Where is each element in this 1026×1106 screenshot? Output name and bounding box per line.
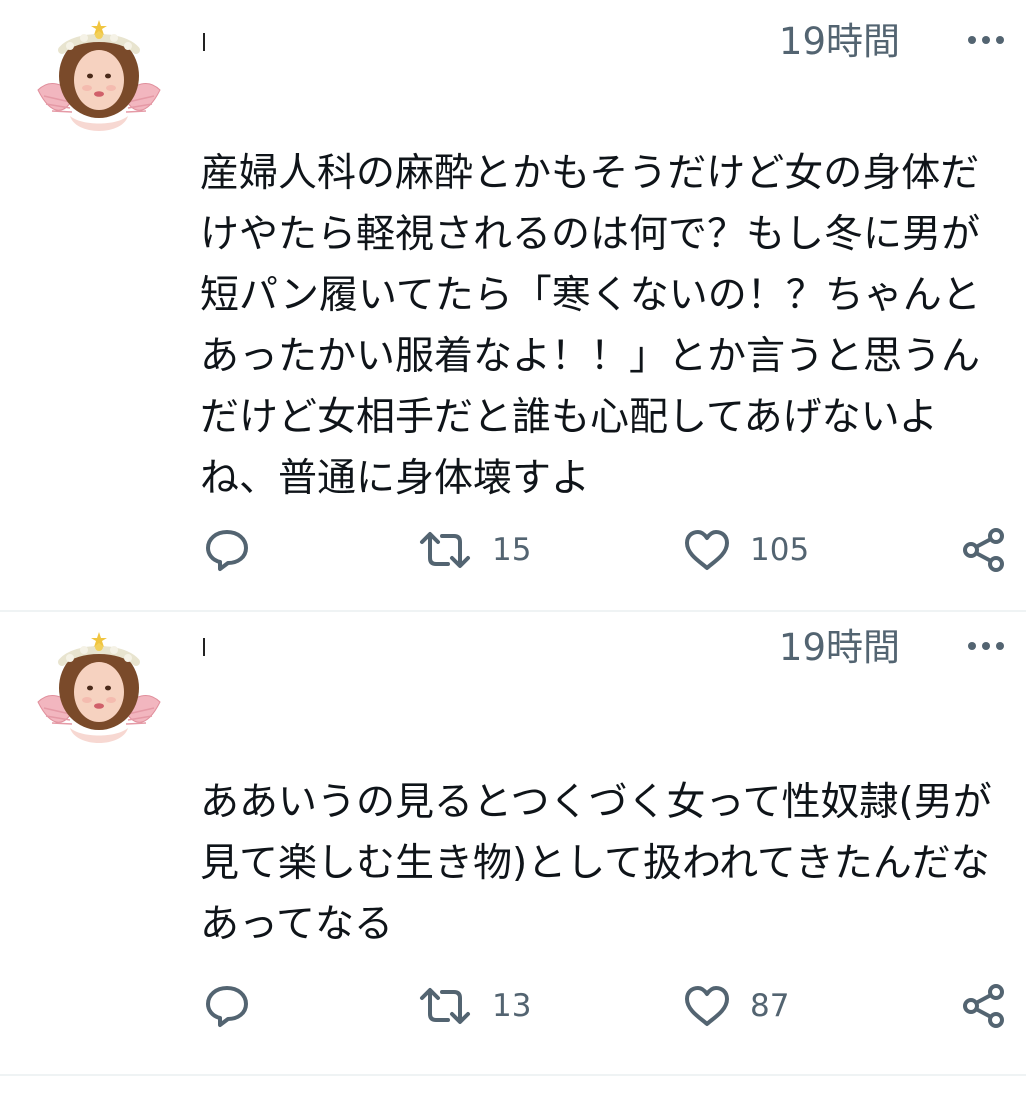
timestamp[interactable]: 19時間 (779, 20, 900, 64)
more-button[interactable] (960, 18, 1012, 62)
heart-icon (685, 986, 729, 1026)
reply-icon (206, 530, 248, 571)
like-button[interactable]: 105 (682, 520, 809, 580)
like-count: 87 (750, 988, 790, 1024)
action-bar: 15 105 (0, 520, 1026, 580)
more-dots-icon (996, 36, 1004, 44)
angel-avatar-icon (37, 20, 161, 131)
share-icon (963, 528, 1004, 572)
tweet[interactable]: 19時間 産婦人科の麻酔とかもそうだけど女の身体だけやたら軽視されるのは何で？も… (0, 0, 1026, 612)
more-dots-icon (996, 642, 1004, 650)
heart-icon (685, 530, 729, 570)
like-count: 105 (750, 532, 810, 568)
username[interactable] (203, 638, 205, 656)
reply-button[interactable] (203, 976, 251, 1036)
retweet-count: 13 (492, 988, 532, 1024)
reply-button[interactable] (203, 520, 251, 580)
more-dots-icon (982, 642, 990, 650)
username[interactable] (203, 33, 205, 51)
retweet-icon (420, 988, 470, 1024)
timestamp[interactable]: 19時間 (779, 626, 900, 670)
more-dots-icon (968, 642, 976, 650)
share-button[interactable] (960, 976, 1008, 1036)
like-button[interactable]: 87 (682, 976, 789, 1036)
retweet-count: 15 (492, 532, 532, 568)
more-dots-icon (982, 36, 990, 44)
retweet-button[interactable]: 13 (416, 976, 531, 1036)
tweet-text: ああいうの見るとつくづく女って性奴隷(男が見て楽しむ生き物)として扱われてきたん… (200, 780, 992, 947)
avatar[interactable] (30, 628, 168, 764)
more-button[interactable] (960, 624, 1012, 668)
more-dots-icon (968, 36, 976, 44)
retweet-icon (420, 532, 470, 568)
reply-icon (206, 986, 248, 1027)
tweet[interactable]: 19時間 ああいうの見るとつくづく女って性奴隷(男が見て楽しむ生き物)として扱わ… (0, 612, 1026, 1076)
retweet-button[interactable]: 15 (416, 520, 531, 580)
tweet-text: 産婦人科の麻酔とかもそうだけど女の身体だけやたら軽視されるのは何で？もし冬に男が… (200, 151, 981, 501)
share-icon (963, 984, 1004, 1028)
action-bar: 13 87 (0, 976, 1026, 1036)
avatar[interactable] (30, 16, 168, 152)
angel-avatar-icon (37, 632, 161, 743)
share-button[interactable] (960, 520, 1008, 580)
